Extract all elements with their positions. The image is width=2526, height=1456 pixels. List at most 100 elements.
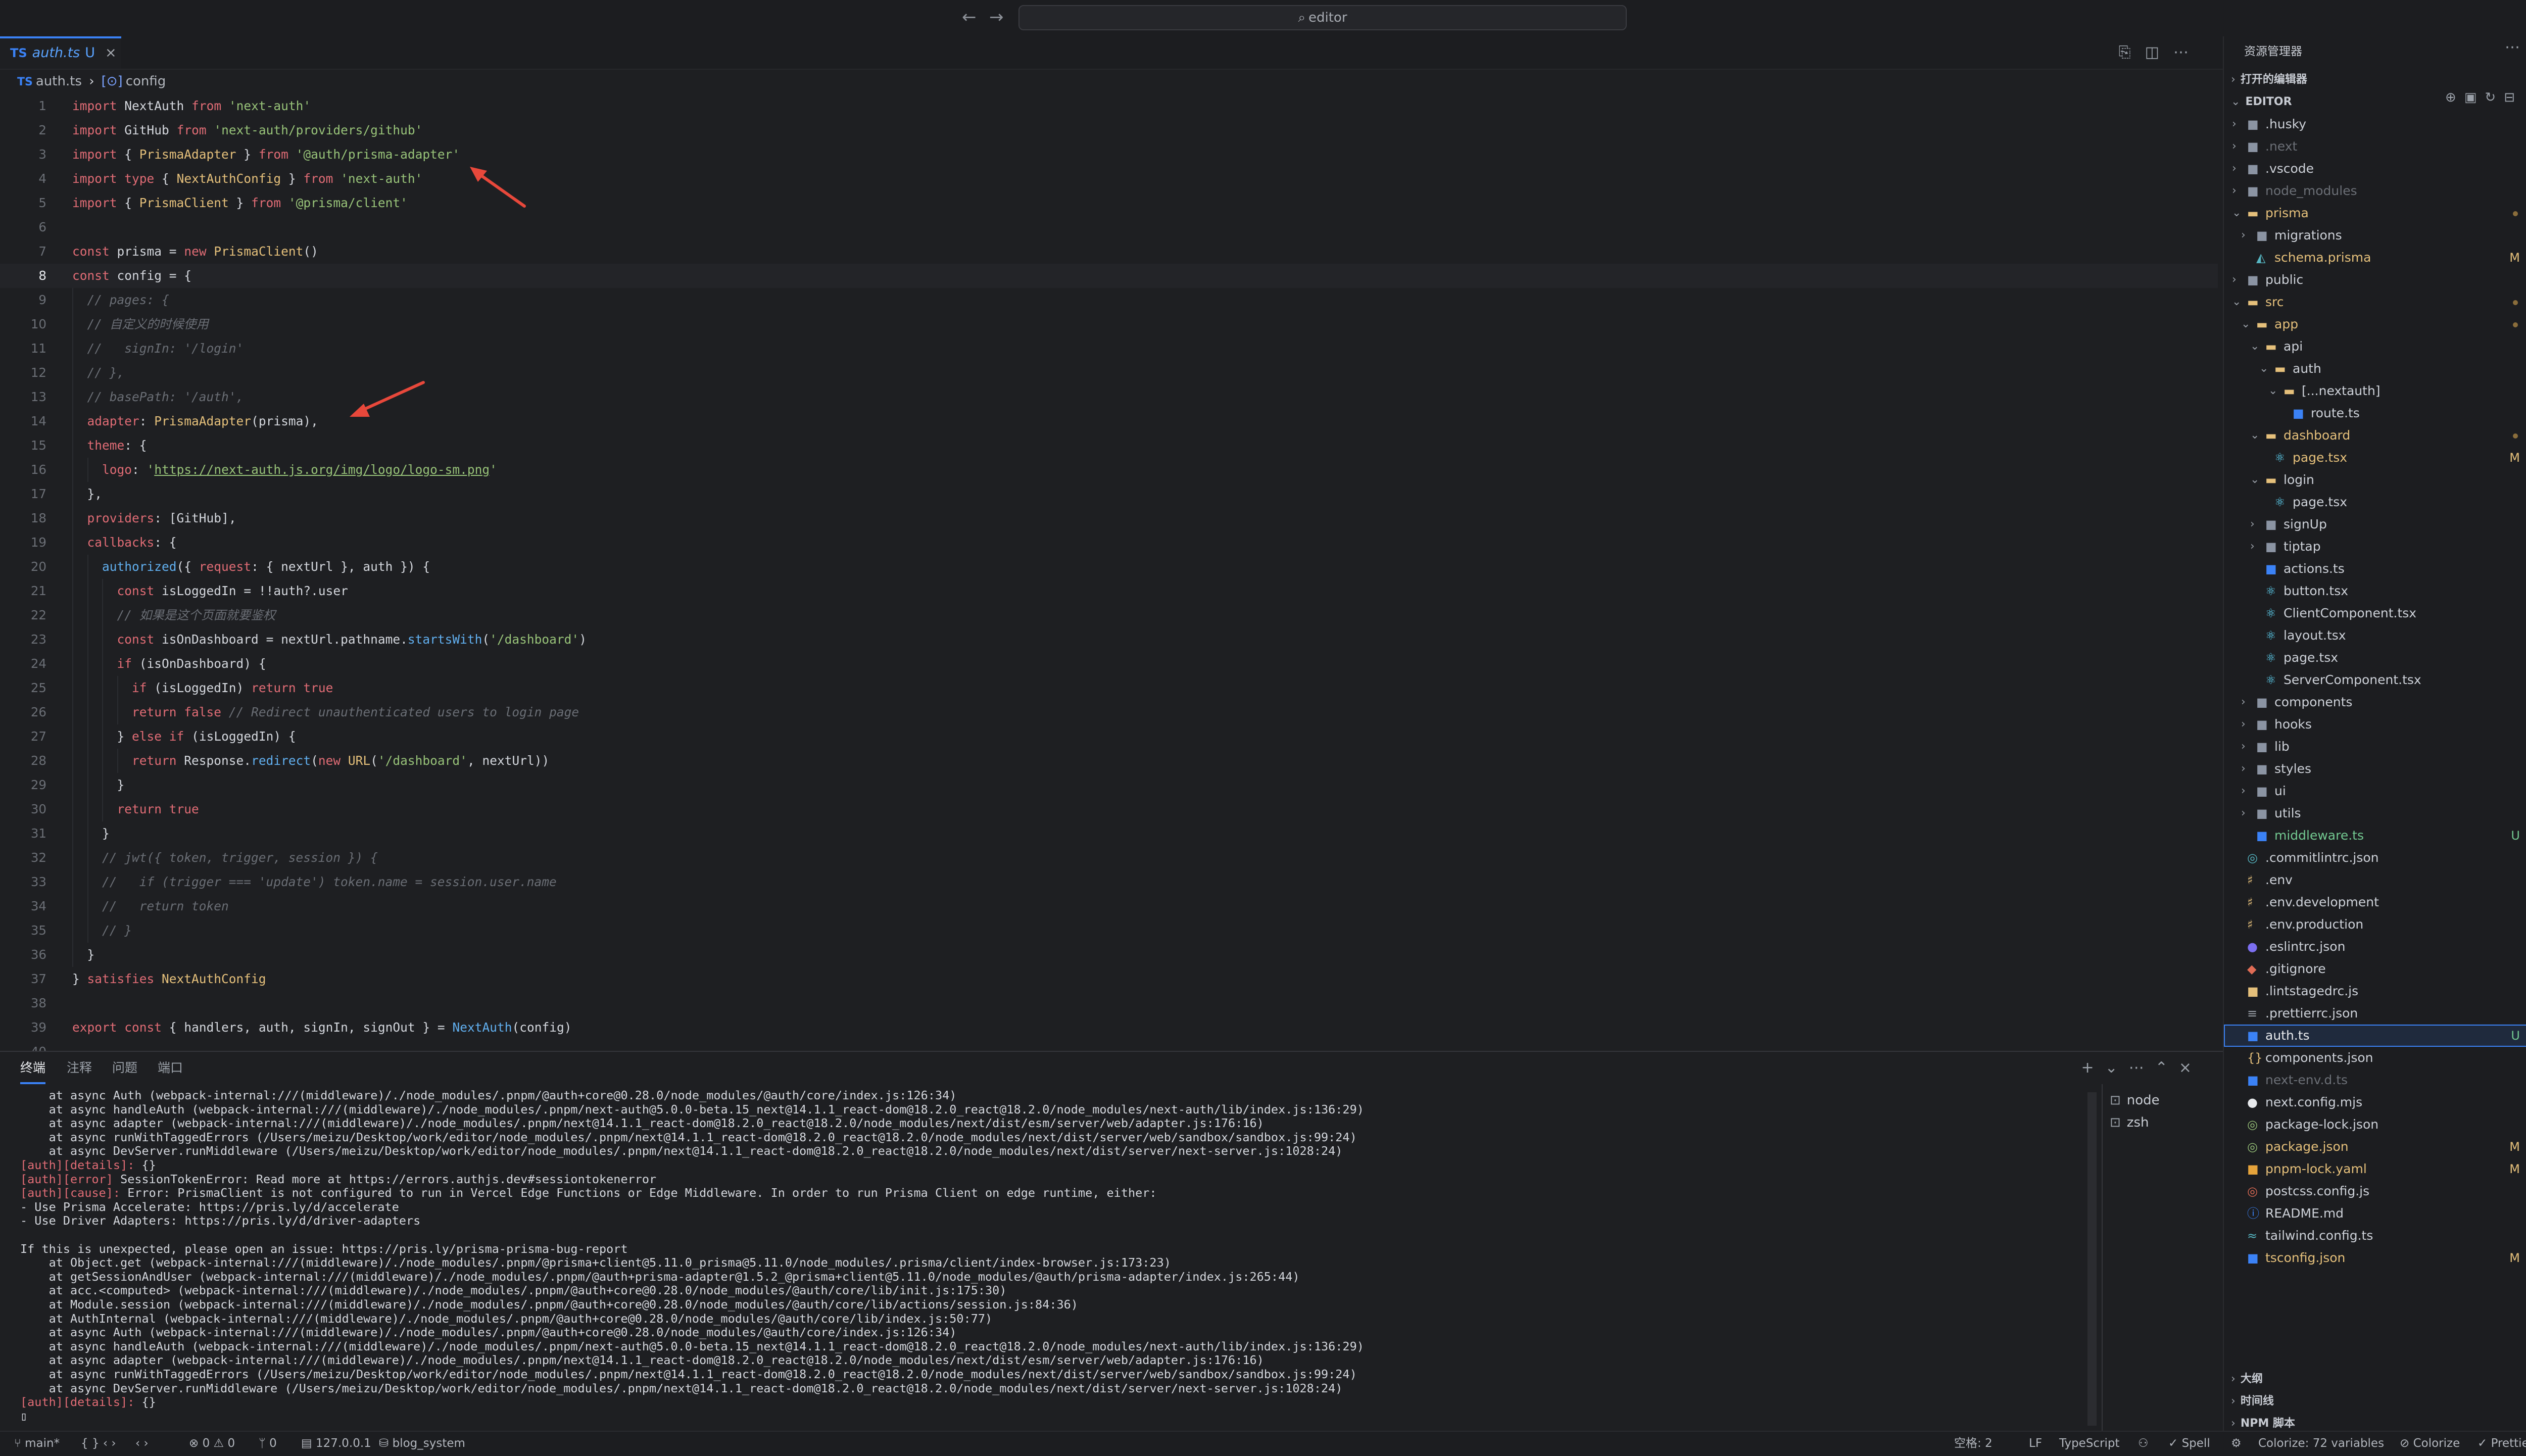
tree-file[interactable]: ♯ .env.production <box>2224 913 2526 936</box>
colorize-status[interactable]: Colorize: 72 variables <box>2258 1432 2384 1455</box>
code-text[interactable]: callbacks: { <box>72 530 177 555</box>
code-line[interactable]: 15 theme: { <box>0 433 2218 458</box>
tree-folder[interactable]: › ■ migrations <box>2224 224 2526 247</box>
tree-file[interactable]: ◭ schema.prisma M <box>2224 247 2526 269</box>
maximize-panel-icon[interactable]: ⌃ <box>2155 1059 2179 1077</box>
tree-file[interactable]: ■ actions.ts <box>2224 558 2526 580</box>
tree-folder[interactable]: › ■ node_modules <box>2224 180 2526 202</box>
tree-folder[interactable]: ⌄ ▬ prisma <box>2224 202 2526 224</box>
line-number[interactable]: 27 <box>0 724 46 749</box>
code-line[interactable]: 4 import type { NextAuthConfig } from 'ne… <box>0 167 2218 191</box>
new-file-icon[interactable]: ⊕ <box>2445 90 2464 105</box>
code-line[interactable]: 21 const isLoggedIn = !!auth?.user <box>0 579 2218 603</box>
code-line[interactable]: 38 <box>0 991 2218 1015</box>
code-line[interactable]: 37} satisfies NextAuthConfig <box>0 967 2218 991</box>
code-line[interactable]: 33 // if (trigger === 'update') token.na… <box>0 870 2218 894</box>
tree-folder[interactable]: › ■ public <box>2224 269 2526 291</box>
tree-folder[interactable]: › ■ components <box>2224 691 2526 713</box>
code-text[interactable]: // jwt({ token, trigger, session }) { <box>72 846 378 870</box>
line-number[interactable]: 17 <box>0 482 46 506</box>
code-line[interactable]: 3 import { PrismaAdapter } from '@auth/pr… <box>0 142 2218 167</box>
tree-file[interactable]: ■ route.ts <box>2224 402 2526 424</box>
code-text[interactable]: } satisfies NextAuthConfig <box>72 967 266 991</box>
tree-file[interactable]: ◎ postcss.config.js <box>2224 1180 2526 1202</box>
line-number[interactable]: 18 <box>0 506 46 530</box>
terminal-output[interactable]: at async Auth (webpack-internal:///(midd… <box>20 1088 2081 1427</box>
code-line[interactable]: 5 import { PrismaClient } from '@prisma/c… <box>0 191 2218 215</box>
code-line[interactable]: 23 const isOnDashboard = nextUrl.pathnam… <box>0 627 2218 652</box>
code-text[interactable]: return Response.redirect(new URL('/dashb… <box>72 749 549 773</box>
line-number[interactable]: 34 <box>0 894 46 918</box>
code-text[interactable]: const prisma = new PrismaClient() <box>72 239 318 264</box>
code-text[interactable]: // 自定义的时候使用 <box>72 312 209 336</box>
code-text[interactable]: // }, <box>72 361 125 385</box>
line-number[interactable]: 19 <box>0 530 46 555</box>
tree-file[interactable]: {} components.json <box>2224 1047 2526 1069</box>
tree-file[interactable]: ■ auth.ts U <box>2224 1025 2526 1047</box>
line-number[interactable]: 30 <box>0 797 46 821</box>
code-text[interactable]: } else if (isLoggedIn) { <box>72 724 296 749</box>
code-text[interactable]: import { PrismaAdapter } from '@auth/pri… <box>72 142 460 167</box>
line-number[interactable]: 3 <box>0 142 46 167</box>
code-line[interactable]: 32 // jwt({ token, trigger, session }) { <box>0 846 2218 870</box>
line-number[interactable]: 21 <box>0 579 46 603</box>
code-line[interactable]: 31 } <box>0 821 2218 846</box>
code-line[interactable]: 1 import NextAuth from 'next-auth' <box>0 94 2218 118</box>
line-number[interactable]: 22 <box>0 603 46 627</box>
code-text[interactable]: // if (trigger === 'update') token.name … <box>72 870 557 894</box>
code-line[interactable]: 39 export const { handlers, auth, signIn,… <box>0 1015 2218 1040</box>
line-number[interactable]: 35 <box>0 918 46 943</box>
more-actions-icon[interactable]: ⋯ <box>2173 43 2203 61</box>
code-line[interactable]: 27 } else if (isLoggedIn) { <box>0 724 2218 749</box>
line-number[interactable]: 39 <box>0 1015 46 1040</box>
code-line[interactable]: 7 const prisma = new PrismaClient() <box>0 239 2218 264</box>
code-line[interactable]: 2 import GitHub from 'next-auth/providers… <box>0 118 2218 142</box>
code-text[interactable]: adapter: PrismaAdapter(prisma), <box>72 409 318 433</box>
code-line[interactable]: 20 authorized({ request: { nextUrl }, au… <box>0 555 2218 579</box>
language-mode[interactable]: TypeScript <box>2059 1432 2120 1455</box>
tab-problems[interactable]: 问题 <box>112 1052 137 1084</box>
tree-file[interactable]: ◎ .commitlintrc.json <box>2224 847 2526 869</box>
tree-file[interactable]: ■ .lintstagedrc.js <box>2224 980 2526 1002</box>
tree-file[interactable]: ■ pnpm-lock.yaml M <box>2224 1158 2526 1180</box>
bracket-status-2[interactable]: ‹ › <box>135 1432 149 1455</box>
line-number[interactable]: 11 <box>0 336 46 361</box>
code-text[interactable]: // signIn: '/login' <box>72 336 244 361</box>
code-line[interactable]: 16 logo: 'https://next-auth.js.org/img/l… <box>0 458 2218 482</box>
line-number[interactable]: 4 <box>0 167 46 191</box>
tree-file[interactable]: ≡ .prettierrc.json <box>2224 1002 2526 1025</box>
tree-folder[interactable]: ⌄ ▬ dashboard <box>2224 424 2526 447</box>
tab-comments[interactable]: 注释 <box>67 1052 92 1084</box>
collapse-all-icon[interactable]: ⊟ <box>2504 90 2523 105</box>
code-text[interactable]: return true <box>72 797 199 821</box>
code-line[interactable]: 8 const config = { <box>0 264 2218 288</box>
tree-file[interactable]: ⚛ ServerComponent.tsx <box>2224 669 2526 691</box>
ports-indicator[interactable]: ᛘ 0 <box>259 1432 277 1455</box>
tree-folder[interactable]: ⌄ ▬ api <box>2224 335 2526 358</box>
code-text[interactable]: // 如果是这个页面就要鉴权 <box>72 603 276 627</box>
tree-file[interactable]: ⚛ page.tsx <box>2224 491 2526 513</box>
tree-folder[interactable]: › ■ .vscode <box>2224 158 2526 180</box>
tab-close-icon[interactable]: × <box>105 45 117 61</box>
code-line[interactable]: 10 // 自定义的时候使用 <box>0 312 2218 336</box>
line-number[interactable]: 1 <box>0 94 46 118</box>
code-text[interactable]: const config = { <box>72 264 191 288</box>
colorize-toggle[interactable]: ⊘ Colorize <box>2400 1432 2460 1455</box>
tree-folder[interactable]: › ■ utils <box>2224 802 2526 824</box>
code-text[interactable]: const isOnDashboard = nextUrl.pathname.s… <box>72 627 587 652</box>
code-text[interactable]: theme: { <box>72 433 147 458</box>
breadcrumb-symbol[interactable]: config <box>126 74 166 89</box>
tree-file[interactable]: ◆ .gitignore <box>2224 958 2526 980</box>
tree-file[interactable]: ● next.config.mjs <box>2224 1091 2526 1113</box>
spell-status[interactable]: ✓ Spell <box>2168 1432 2210 1455</box>
code-text[interactable]: logo: 'https://next-auth.js.org/img/logo… <box>72 458 497 482</box>
tree-file[interactable]: ♯ .env <box>2224 869 2526 891</box>
line-number[interactable]: 9 <box>0 288 46 312</box>
forward-arrow-icon[interactable]: → <box>989 7 1004 27</box>
tree-file[interactable]: ■ next-env.d.ts <box>2224 1069 2526 1091</box>
new-terminal-icon[interactable]: + <box>2081 1059 2105 1077</box>
indentation-status[interactable]: 空格: 2 <box>1954 1432 1993 1455</box>
code-line[interactable]: 22 // 如果是这个页面就要鉴权 <box>0 603 2218 627</box>
tree-folder[interactable]: ⌄ ▬ auth <box>2224 358 2526 380</box>
split-editor-icon[interactable]: ◫ <box>2145 43 2173 61</box>
